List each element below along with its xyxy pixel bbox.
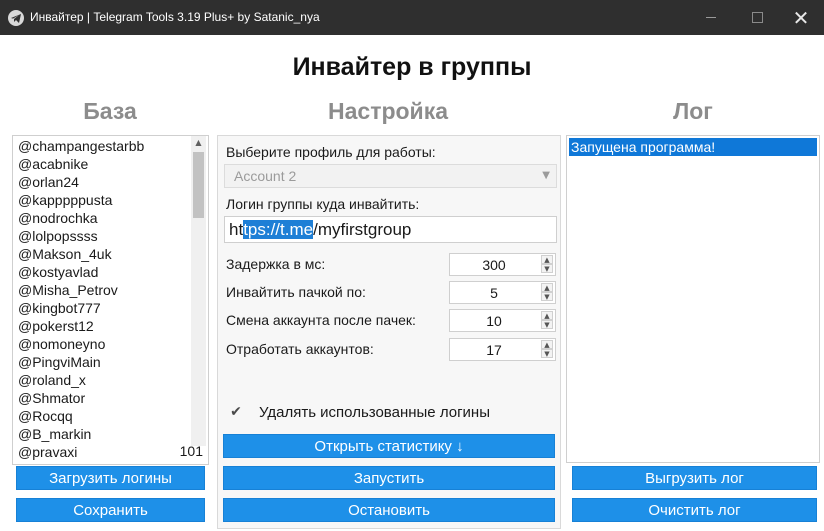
maximize-button[interactable] xyxy=(734,0,780,35)
login-list-item[interactable]: @B_markin xyxy=(18,425,208,443)
accounts-label: Отработать аккаунтов: xyxy=(226,341,374,357)
login-list-item[interactable]: @Shmator xyxy=(18,389,208,407)
group-login-text-before: ht xyxy=(229,220,244,239)
page-title: Инвайтер в группы xyxy=(292,53,532,81)
login-list-item[interactable]: @lolpopssss xyxy=(18,227,208,245)
remove-used-checkbox[interactable]: ✔ xyxy=(228,404,244,420)
login-list-item[interactable]: @nomoneyno xyxy=(18,335,208,353)
open-stats-button[interactable]: Открыть статистику ↓ xyxy=(223,434,555,458)
login-count: 101 xyxy=(179,443,203,459)
login-list-item[interactable]: @kapppppusta xyxy=(18,191,208,209)
maximize-icon xyxy=(751,12,763,23)
login-list-item[interactable]: @Makson_4uk xyxy=(18,245,208,263)
login-list[interactable]: @champangestarbb @acabnike @orlan24 @kapppp… xyxy=(12,135,209,465)
stepper-up-icon[interactable]: ▲ xyxy=(541,255,553,264)
export-log-button[interactable]: Выгрузить лог xyxy=(572,466,817,490)
switch-account-label: Смена аккаунта после пачек: xyxy=(226,312,416,328)
minimize-button[interactable] xyxy=(688,0,734,35)
delay-label: Задержка в мс: xyxy=(226,256,326,272)
clear-log-button[interactable]: Очистить лог xyxy=(572,498,817,522)
login-list-item[interactable]: @Rocqq xyxy=(18,407,208,425)
section-heading-log: Лог xyxy=(673,98,713,124)
profile-select-value: Account 2 xyxy=(234,168,297,184)
login-list-scrollbar[interactable]: ▲ xyxy=(191,136,206,446)
section-heading-settings: Настройка xyxy=(328,98,448,124)
login-list-item[interactable]: @Misha_Petrov xyxy=(18,281,208,299)
login-list-item[interactable]: @kingbot777 xyxy=(18,299,208,317)
login-list-item[interactable]: @nodrochka xyxy=(18,209,208,227)
title-bar: Инвайтер | Telegram Tools 3.19 Plus+ by … xyxy=(0,0,824,35)
profile-label: Выберите профиль для работы: xyxy=(226,144,436,160)
login-list-item[interactable]: @champangestarbb xyxy=(18,137,208,155)
minimize-icon xyxy=(706,17,716,18)
load-logins-button[interactable]: Загрузить логины xyxy=(16,466,205,490)
switch-account-stepper[interactable]: 10 ▲ ▼ xyxy=(449,309,556,332)
group-login-text-after: /myfirstgroup xyxy=(313,220,412,239)
profile-select[interactable]: Account 2 ▼ xyxy=(224,164,557,188)
stepper-down-icon[interactable]: ▼ xyxy=(541,264,553,273)
login-list-item[interactable]: @orlan24 xyxy=(18,173,208,191)
group-login-text-selected: tps://t.me xyxy=(243,220,314,239)
group-login-input[interactable]: https://t.me/myfirstgroup xyxy=(224,216,557,243)
scroll-thumb[interactable] xyxy=(193,152,204,218)
scroll-up-arrow-icon[interactable]: ▲ xyxy=(191,136,206,150)
start-button[interactable]: Запустить xyxy=(223,466,555,490)
stop-button[interactable]: Остановить xyxy=(223,498,555,522)
login-list-item[interactable]: @roland_x xyxy=(18,371,208,389)
accounts-stepper[interactable]: 17 ▲ ▼ xyxy=(449,338,556,361)
stepper-down-icon[interactable]: ▼ xyxy=(541,320,553,329)
delay-value: 300 xyxy=(482,257,506,273)
group-login-label: Логин группы куда инвайтить: xyxy=(226,196,420,212)
delay-stepper[interactable]: 300 ▲ ▼ xyxy=(449,253,556,276)
window-title: Инвайтер | Telegram Tools 3.19 Plus+ by … xyxy=(30,10,320,24)
telegram-icon xyxy=(8,10,24,26)
login-list-item[interactable]: @pokerst12 xyxy=(18,317,208,335)
batch-value: 5 xyxy=(490,285,498,301)
stepper-up-icon[interactable]: ▲ xyxy=(541,340,553,349)
log-entry[interactable]: Запущена программа! xyxy=(569,138,817,156)
section-heading-base: База xyxy=(83,98,137,124)
login-list-item[interactable]: @PingviMain xyxy=(18,353,208,371)
batch-stepper[interactable]: 5 ▲ ▼ xyxy=(449,281,556,304)
log-list[interactable]: Запущена программа! xyxy=(566,135,820,463)
login-list-item[interactable]: @kostyavlad xyxy=(18,263,208,281)
batch-label: Инвайтить пачкой по: xyxy=(226,284,366,300)
save-button[interactable]: Сохранить xyxy=(16,498,205,522)
chevron-down-icon[interactable]: ▼ xyxy=(542,170,550,181)
close-button[interactable]: ✕ xyxy=(778,0,824,35)
switch-account-value: 10 xyxy=(486,313,502,329)
stepper-up-icon[interactable]: ▲ xyxy=(541,283,553,292)
close-icon: ✕ xyxy=(792,5,810,30)
stepper-up-icon[interactable]: ▲ xyxy=(541,311,553,320)
login-list-item[interactable]: @acabnike xyxy=(18,155,208,173)
accounts-value: 17 xyxy=(486,342,502,358)
remove-used-label: Удалять использованные логины xyxy=(259,404,490,421)
stepper-down-icon[interactable]: ▼ xyxy=(541,292,553,301)
stepper-down-icon[interactable]: ▼ xyxy=(541,349,553,358)
